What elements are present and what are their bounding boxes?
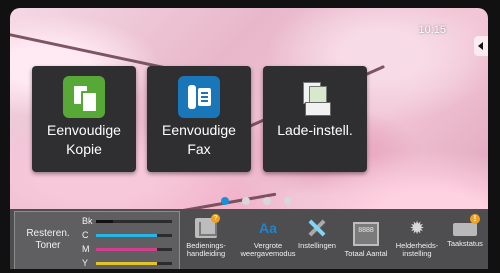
side-menu-toggle[interactable] bbox=[474, 36, 488, 56]
toner-color-code: C bbox=[82, 230, 89, 240]
toner-fill-m bbox=[96, 248, 157, 251]
home-screen: 10:15 Eenvoudige Kopie Eenvoudige Fax La… bbox=[10, 8, 488, 269]
toner-label: Resteren. Toner bbox=[26, 228, 70, 251]
toner-level-widget[interactable]: Resteren. Toner Bk C M Y bbox=[14, 211, 180, 269]
tile-label: Fax bbox=[187, 141, 211, 157]
operation-manual-button[interactable]: ? Bedienings- handleiding bbox=[177, 209, 235, 269]
tile-label: Kopie bbox=[66, 141, 102, 157]
total-count-button[interactable]: 8888 Totaal Aantal bbox=[339, 209, 393, 269]
brightness-setting-button[interactable]: Helderheids- instelling bbox=[391, 209, 443, 269]
alert-badge-icon: ! bbox=[470, 214, 480, 224]
job-status-icon: ! bbox=[453, 214, 480, 236]
help-badge-icon: ? bbox=[211, 214, 220, 223]
page-indicator-dot[interactable] bbox=[242, 197, 250, 205]
tray-settings-tile[interactable]: Lade-instell. bbox=[263, 66, 367, 172]
tile-label: Eenvoudige bbox=[162, 122, 236, 138]
page-indicator-dot[interactable] bbox=[221, 197, 229, 205]
toner-color-code: M bbox=[82, 244, 90, 254]
tools-icon bbox=[306, 218, 328, 238]
brightness-icon bbox=[406, 218, 428, 238]
tray-settings-icon bbox=[294, 76, 336, 118]
enlarged-display-mode-button[interactable]: Aa Vergrote weergavemodus bbox=[239, 209, 297, 269]
bottom-toolbar: Resteren. Toner Bk C M Y ? Bedienings- h… bbox=[10, 209, 488, 269]
toner-level-bar bbox=[96, 262, 172, 265]
tile-label: Eenvoudige bbox=[47, 122, 121, 138]
device-frame: 10:15 Eenvoudige Kopie Eenvoudige Fax La… bbox=[0, 0, 500, 273]
toner-level-bar bbox=[96, 234, 172, 237]
settings-button[interactable]: Instellingen bbox=[292, 209, 342, 269]
easy-fax-tile[interactable]: Eenvoudige Fax bbox=[147, 66, 251, 172]
page-indicator-dot[interactable] bbox=[263, 197, 271, 205]
job-status-button[interactable]: ! Taakstatus bbox=[442, 209, 488, 269]
fax-icon bbox=[178, 76, 220, 118]
counter-icon: 8888 bbox=[353, 222, 379, 246]
easy-copy-tile[interactable]: Eenvoudige Kopie bbox=[32, 66, 136, 172]
copy-icon bbox=[63, 76, 105, 118]
zoom-mode-icon: Aa bbox=[259, 220, 277, 236]
toner-color-code: Bk bbox=[82, 216, 93, 226]
clock-time: 10:15 bbox=[418, 24, 446, 36]
toner-fill-bk bbox=[96, 220, 113, 223]
manual-icon: ? bbox=[195, 214, 220, 238]
page-indicator-dot[interactable] bbox=[284, 197, 292, 205]
toner-fill-y bbox=[96, 262, 157, 265]
tile-label: Lade-instell. bbox=[277, 122, 353, 138]
toner-fill-c bbox=[96, 234, 157, 237]
toner-color-code: Y bbox=[82, 258, 89, 268]
toner-level-bar bbox=[96, 248, 172, 251]
toner-level-bar bbox=[96, 220, 172, 223]
